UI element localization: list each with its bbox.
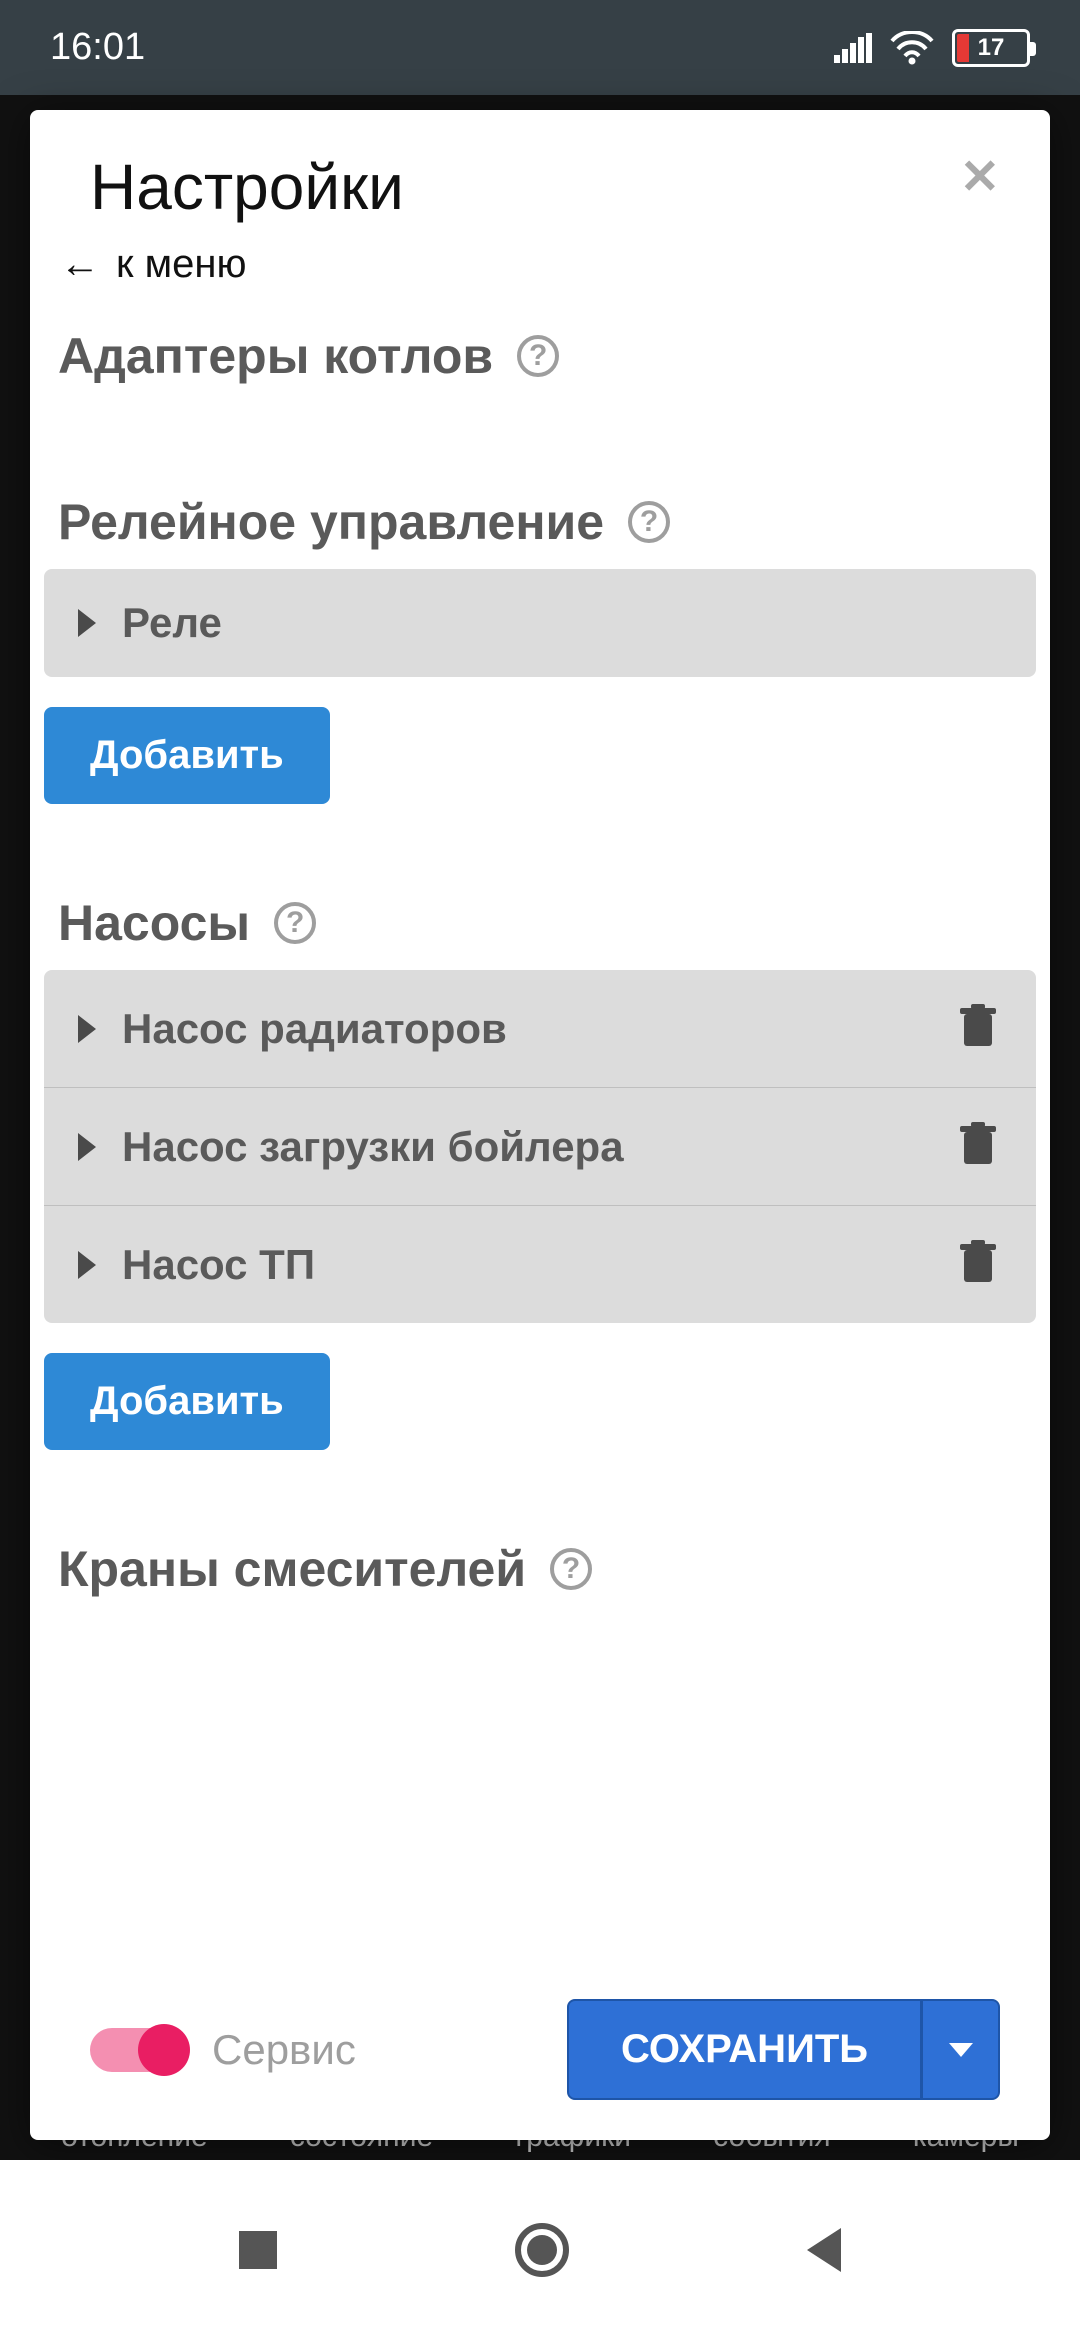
back-label: к меню (116, 242, 246, 287)
caret-right-icon (78, 609, 96, 637)
save-button-group: СОХРАНИТЬ (567, 1999, 1000, 2100)
save-button[interactable]: СОХРАНИТЬ (567, 1999, 922, 2100)
section-boiler-adapters: Адаптеры котлов ? (44, 327, 1036, 403)
back-to-menu-link[interactable]: ← к меню (30, 234, 1050, 317)
item-label: Насос загрузки бойлера (122, 1123, 928, 1171)
add-button[interactable]: Добавить (44, 1353, 330, 1450)
caret-right-icon (78, 1015, 96, 1043)
modal-footer: Сервис СОХРАНИТЬ (30, 1979, 1050, 2140)
modal-header: Настройки ✕ (30, 110, 1050, 234)
list-item[interactable]: Реле (44, 569, 1036, 677)
toggle-knob (138, 2024, 190, 2076)
delete-icon[interactable] (954, 1236, 1002, 1293)
section-title: Адаптеры котлов (58, 327, 493, 385)
service-toggle[interactable] (90, 2028, 186, 2072)
section-mixer-valves: Краны смесителей ? (44, 1540, 1036, 1616)
arrow-left-icon: ← (60, 242, 100, 287)
item-label: Реле (122, 599, 1002, 647)
status-right: 17 (834, 29, 1030, 67)
list-item[interactable]: Насос загрузки бойлера (44, 1088, 1036, 1206)
delete-icon[interactable] (954, 1118, 1002, 1175)
help-icon[interactable]: ? (628, 501, 670, 543)
caret-down-icon (949, 2043, 973, 2057)
modal-body: Адаптеры котлов ? Релейное управление ? … (30, 317, 1050, 1979)
list-item[interactable]: Насос радиаторов (44, 970, 1036, 1088)
pumps-list: Насос радиаторов Насос загрузки бойлера … (44, 970, 1036, 1323)
wifi-icon (890, 31, 934, 65)
section-title: Релейное управление (58, 493, 604, 551)
section-title: Краны смесителей (58, 1540, 526, 1598)
modal-title: Настройки (90, 150, 404, 224)
nav-recent-icon[interactable] (239, 2231, 277, 2269)
status-bar: 16:01 17 (0, 0, 1080, 95)
help-icon[interactable]: ? (274, 902, 316, 944)
caret-right-icon (78, 1133, 96, 1161)
section-pumps: Насосы ? Насос радиаторов Насос загрузки… (44, 894, 1036, 1450)
relay-list: Реле (44, 569, 1036, 677)
save-dropdown-button[interactable] (922, 1999, 1000, 2100)
close-icon[interactable]: ✕ (950, 150, 1010, 206)
service-label: Сервис (212, 2026, 356, 2074)
signal-icon (834, 33, 872, 63)
caret-right-icon (78, 1251, 96, 1279)
add-button[interactable]: Добавить (44, 707, 330, 804)
battery-percent: 17 (978, 34, 1005, 62)
status-time: 16:01 (50, 26, 145, 69)
section-relay-control: Релейное управление ? Реле Добавить (44, 493, 1036, 804)
delete-icon[interactable] (954, 1000, 1002, 1057)
settings-modal: Настройки ✕ ← к меню Адаптеры котлов ? Р… (30, 110, 1050, 2140)
help-icon[interactable]: ? (550, 1548, 592, 1590)
nav-back-icon[interactable] (807, 2228, 841, 2272)
help-icon[interactable]: ? (517, 335, 559, 377)
service-toggle-group: Сервис (90, 2026, 356, 2074)
battery-icon: 17 (952, 29, 1030, 67)
item-label: Насос радиаторов (122, 1005, 928, 1053)
section-title: Насосы (58, 894, 250, 952)
list-item[interactable]: Насос ТП (44, 1206, 1036, 1323)
nav-home-icon[interactable] (515, 2223, 569, 2277)
item-label: Насос ТП (122, 1241, 928, 1289)
system-nav-bar (0, 2160, 1080, 2340)
